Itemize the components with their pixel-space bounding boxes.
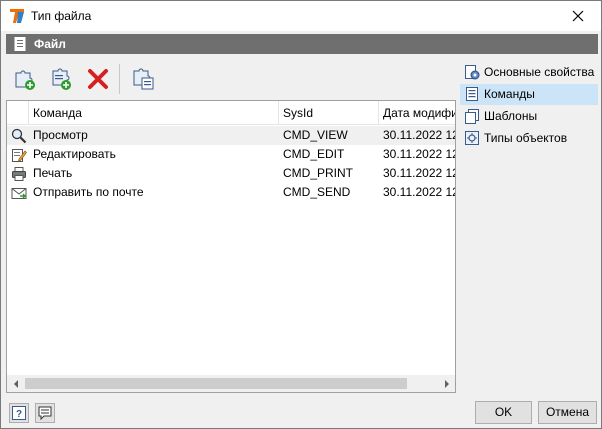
templates-icon <box>465 109 479 124</box>
comment-button[interactable] <box>35 403 55 423</box>
scroll-right-button[interactable] <box>438 375 455 392</box>
chevron-right-icon <box>444 379 449 388</box>
column-header-command[interactable]: Команда <box>29 101 279 125</box>
command-sysid: CMD_VIEW <box>283 128 348 142</box>
add-command-button[interactable] <box>10 64 40 94</box>
add-list-puzzle-icon <box>52 68 71 90</box>
delete-command-button[interactable] <box>83 64 113 94</box>
toolbar-separator <box>119 64 120 94</box>
column-header-sysid[interactable]: SysId <box>279 101 379 125</box>
table-body: Просмотр CMD_VIEW 30.11.2022 12 Редактир… <box>7 126 455 202</box>
command-name: Редактировать <box>33 147 116 161</box>
toolbar <box>6 60 456 98</box>
table-header: Команда SysId Дата модифи <box>7 101 455 125</box>
close-button[interactable] <box>555 1 601 31</box>
nav-item-templates[interactable]: Шаблоны <box>460 106 598 127</box>
edit-pencil-icon <box>12 149 27 162</box>
command-sysid: CMD_PRINT <box>283 166 354 180</box>
command-name: Просмотр <box>33 128 88 142</box>
mail-icon <box>11 188 27 199</box>
add-from-list-button[interactable] <box>46 64 76 94</box>
add-puzzle-icon <box>15 70 35 90</box>
close-icon <box>572 10 584 22</box>
table-row[interactable]: Просмотр CMD_VIEW 30.11.2022 12 <box>7 126 455 145</box>
command-date: 30.11.2022 12 <box>383 128 455 142</box>
nav-item-label: Основные свойства <box>484 65 595 79</box>
command-date: 30.11.2022 12 <box>383 147 455 161</box>
command-properties-button[interactable] <box>128 64 158 94</box>
cancel-button[interactable]: Отмена <box>538 401 597 424</box>
chevron-left-icon <box>13 379 18 388</box>
object-types-icon <box>465 131 479 145</box>
dialog-window: Тип файла Файл Команда SysId Дата модифи… <box>0 0 602 429</box>
scroll-thumb[interactable] <box>25 378 407 389</box>
nav-item-main-properties[interactable]: Основные свойства <box>460 62 598 83</box>
delete-icon <box>88 69 108 89</box>
scroll-left-button[interactable] <box>7 375 24 392</box>
section-nav: Основные свойства Команды Шаблоны Типы о… <box>460 62 598 150</box>
table-row[interactable]: Редактировать CMD_EDIT 30.11.2022 12 <box>7 145 455 164</box>
command-date: 30.11.2022 12 <box>383 185 455 199</box>
icon-column-header[interactable] <box>7 101 29 125</box>
table-row[interactable]: Отправить по почте CMD_SEND 30.11.2022 1… <box>7 183 455 202</box>
help-icon: ? <box>12 406 26 420</box>
nav-item-object-types[interactable]: Типы объектов <box>460 128 598 149</box>
command-sysid: CMD_SEND <box>283 185 351 199</box>
command-date: 30.11.2022 12 <box>383 166 455 180</box>
section-header: Файл <box>6 34 598 54</box>
nav-item-label: Шаблоны <box>484 109 538 123</box>
section-title: Файл <box>34 37 66 51</box>
help-button[interactable]: ? <box>9 403 29 423</box>
magnifier-icon <box>11 128 27 144</box>
properties-icon <box>465 65 480 80</box>
command-sysid: CMD_EDIT <box>283 147 345 161</box>
command-name: Печать <box>33 166 73 180</box>
commands-table: Команда SysId Дата модифи Просмотр CMD_V… <box>6 100 456 393</box>
puzzle-properties-icon <box>133 68 154 90</box>
ok-button[interactable]: OK <box>475 401 532 424</box>
column-header-date[interactable]: Дата модифи <box>379 101 455 125</box>
title-bar: Тип файла <box>1 1 601 31</box>
document-icon <box>14 37 26 51</box>
nav-item-label: Команды <box>484 87 535 101</box>
comment-icon <box>38 406 52 420</box>
command-name: Отправить по почте <box>33 185 144 199</box>
window-title: Тип файла <box>31 9 92 23</box>
commands-icon <box>466 87 478 101</box>
table-row[interactable]: Печать CMD_PRINT 30.11.2022 12 <box>7 164 455 183</box>
svg-text:?: ? <box>16 409 22 420</box>
app-logo-icon <box>10 9 24 23</box>
printer-icon <box>12 167 26 181</box>
nav-item-commands[interactable]: Команды <box>460 84 598 105</box>
horizontal-scrollbar[interactable] <box>7 375 455 392</box>
nav-item-label: Типы объектов <box>484 131 568 145</box>
